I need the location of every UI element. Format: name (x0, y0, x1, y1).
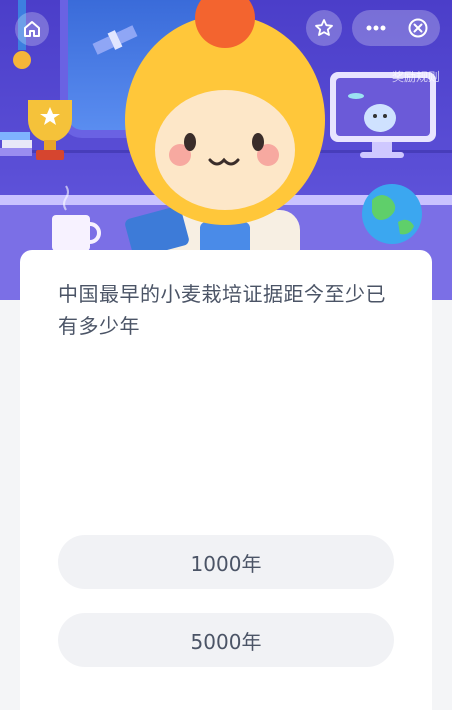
home-icon (24, 21, 40, 37)
alien-icon (364, 104, 396, 132)
satellite-icon (92, 25, 138, 55)
home-button[interactable] (15, 12, 49, 46)
star-icon (315, 19, 333, 36)
close-button[interactable] (398, 10, 438, 46)
favorite-button[interactable] (306, 10, 342, 46)
answer-option-2[interactable]: 5000年 (58, 613, 394, 667)
question-text: 中国最早的小麦栽培证据距今至少已有多少年 (58, 282, 386, 338)
book (0, 132, 30, 140)
more-icon (366, 25, 386, 31)
medal-icon (13, 51, 31, 69)
cup-icon (52, 215, 90, 251)
answer-option-1[interactable]: 1000年 (58, 535, 394, 589)
close-icon (408, 18, 428, 38)
question-card: 中国最早的小麦栽培证据距今至少已有多少年 1000年 5000年 (20, 250, 432, 710)
trophy-icon (28, 100, 72, 160)
more-button[interactable] (356, 10, 396, 46)
rules-link[interactable]: 奖励规则 (392, 68, 440, 85)
